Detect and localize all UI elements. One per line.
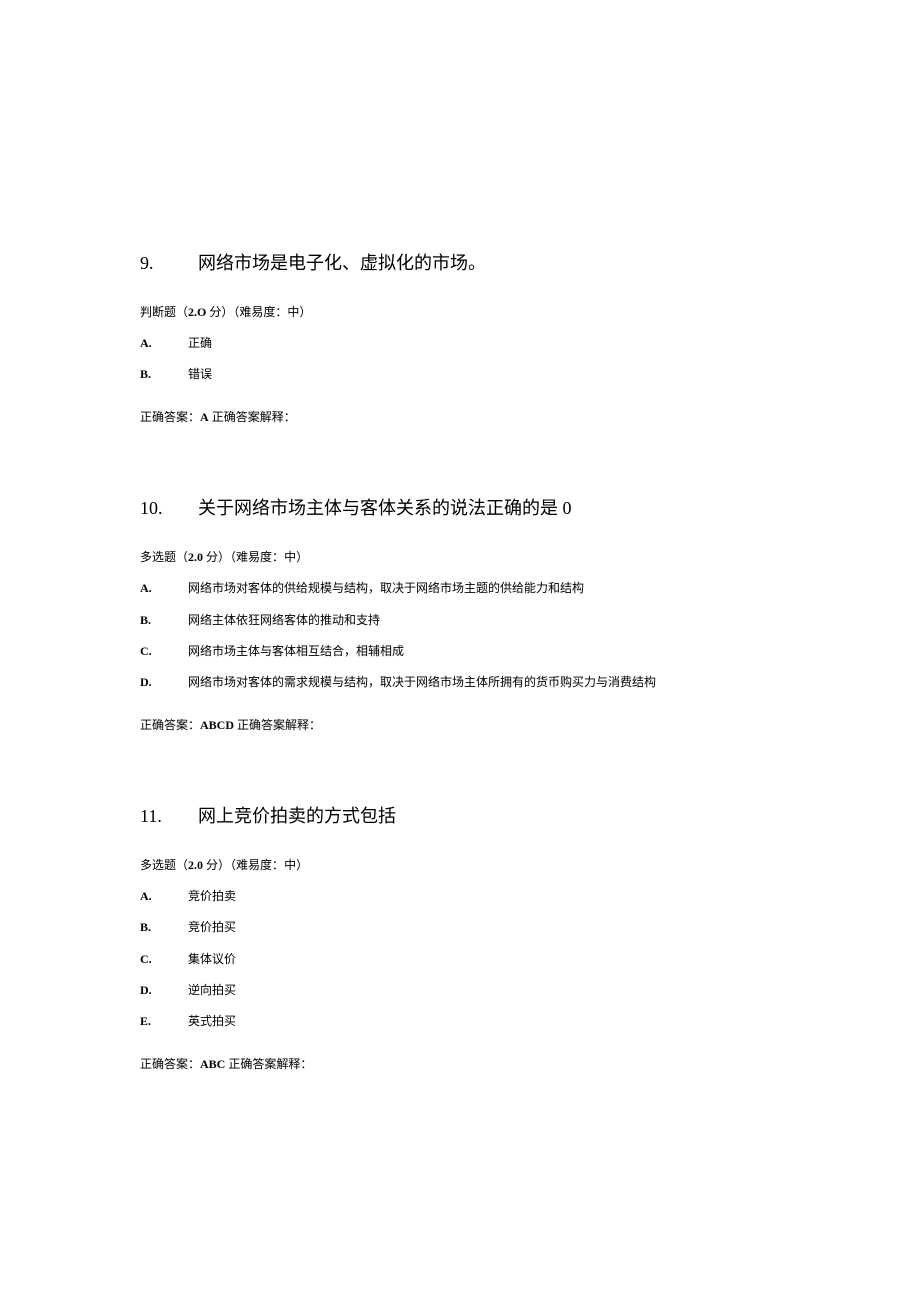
option-row: E. 英式拍买 — [140, 1012, 780, 1031]
question-text: 网上竞价拍卖的方式包括 — [198, 806, 396, 826]
question-block: 11.网上竞价拍卖的方式包括 多选题（2.0 分）（难易度：中） A. 竞价拍卖… — [140, 803, 780, 1072]
answer-line: 正确答案：ABCD 正确答案解释： — [140, 716, 780, 733]
options-list: A. 正确 B. 错误 — [140, 334, 780, 384]
answer-suffix: 正确答案解释： — [225, 1057, 312, 1071]
option-row: B. 错误 — [140, 365, 780, 384]
option-letter: C. — [140, 950, 188, 969]
question-number: 10. — [140, 495, 198, 522]
option-row: B. 网络主体依狂网络客体的推动和支持 — [140, 611, 780, 630]
option-row: A. 正确 — [140, 334, 780, 353]
option-text: 竞价拍卖 — [188, 887, 236, 906]
question-score: 2.O — [188, 305, 206, 319]
option-row: D. 逆向拍买 — [140, 981, 780, 1000]
question-text: 网络市场是电子化、虚拟化的市场。 — [198, 253, 486, 273]
question-title: 9.网络市场是电子化、虚拟化的市场。 — [140, 250, 780, 277]
question-type: 多选题 — [140, 550, 176, 564]
option-text: 集体议价 — [188, 950, 236, 969]
option-text: 网络市场对客体的供给规模与结构，取决于网络市场主题的供给能力和结构 — [188, 579, 584, 598]
option-text: 竞价拍买 — [188, 918, 236, 937]
option-letter: D. — [140, 673, 188, 692]
option-text: 逆向拍买 — [188, 981, 236, 1000]
answer-value: ABCD — [200, 718, 234, 732]
option-text: 英式拍买 — [188, 1012, 236, 1031]
option-letter: A. — [140, 334, 188, 353]
answer-prefix: 正确答案： — [140, 718, 200, 732]
answer-value: A — [200, 410, 209, 424]
option-row: A. 竞价拍卖 — [140, 887, 780, 906]
option-letter: B. — [140, 918, 188, 937]
option-row: C. 集体议价 — [140, 950, 780, 969]
question-difficulty: 中 — [284, 550, 296, 564]
answer-prefix: 正确答案： — [140, 410, 200, 424]
question-meta: 多选题（2.0 分）（难易度：中） — [140, 548, 780, 565]
options-list: A. 竞价拍卖 B. 竞价拍买 C. 集体议价 D. 逆向拍买 E. 英式拍买 — [140, 887, 780, 1031]
option-letter: B. — [140, 365, 188, 384]
question-title: 11.网上竞价拍卖的方式包括 — [140, 803, 780, 830]
question-meta: 判断题（2.O 分）（难易度：中） — [140, 303, 780, 320]
option-letter: A. — [140, 887, 188, 906]
option-text: 网络市场主体与客体相互结合，相辅相成 — [188, 642, 404, 661]
question-block: 9.网络市场是电子化、虚拟化的市场。 判断题（2.O 分）（难易度：中） A. … — [140, 250, 780, 425]
question-block: 10.关于网络市场主体与客体关系的说法正确的是 0 多选题（2.0 分）（难易度… — [140, 495, 780, 733]
question-text: 关于网络市场主体与客体关系的说法正确的是 0 — [198, 498, 572, 518]
question-meta: 多选题（2.0 分）（难易度：中） — [140, 856, 780, 873]
answer-line: 正确答案：A 正确答案解释： — [140, 408, 780, 425]
question-number: 9. — [140, 250, 198, 277]
answer-suffix: 正确答案解释： — [209, 410, 296, 424]
option-letter: A. — [140, 579, 188, 598]
question-score: 2.0 — [188, 858, 203, 872]
option-text: 正确 — [188, 334, 212, 353]
option-text: 网络市场对客体的需求规模与结构，取决于网络市场主体所拥有的货币购买力与消费结构 — [188, 673, 656, 692]
option-text: 网络主体依狂网络客体的推动和支持 — [188, 611, 380, 630]
option-letter: C. — [140, 642, 188, 661]
question-difficulty: 中 — [287, 305, 299, 319]
option-letter: B. — [140, 611, 188, 630]
question-type: 判断题 — [140, 305, 176, 319]
option-text: 错误 — [188, 365, 212, 384]
question-type: 多选题 — [140, 858, 176, 872]
answer-suffix: 正确答案解释： — [234, 718, 321, 732]
answer-prefix: 正确答案： — [140, 1057, 200, 1071]
question-number: 11. — [140, 803, 198, 830]
answer-line: 正确答案：ABC 正确答案解释： — [140, 1055, 780, 1072]
option-letter: E. — [140, 1012, 188, 1031]
option-row: C. 网络市场主体与客体相互结合，相辅相成 — [140, 642, 780, 661]
option-row: A. 网络市场对客体的供给规模与结构，取决于网络市场主题的供给能力和结构 — [140, 579, 780, 598]
question-title: 10.关于网络市场主体与客体关系的说法正确的是 0 — [140, 495, 780, 522]
question-score: 2.0 — [188, 550, 203, 564]
question-difficulty: 中 — [284, 858, 296, 872]
answer-value: ABC — [200, 1057, 225, 1071]
option-row: D. 网络市场对客体的需求规模与结构，取决于网络市场主体所拥有的货币购买力与消费… — [140, 673, 780, 692]
option-row: B. 竞价拍买 — [140, 918, 780, 937]
option-letter: D. — [140, 981, 188, 1000]
options-list: A. 网络市场对客体的供给规模与结构，取决于网络市场主题的供给能力和结构 B. … — [140, 579, 780, 692]
